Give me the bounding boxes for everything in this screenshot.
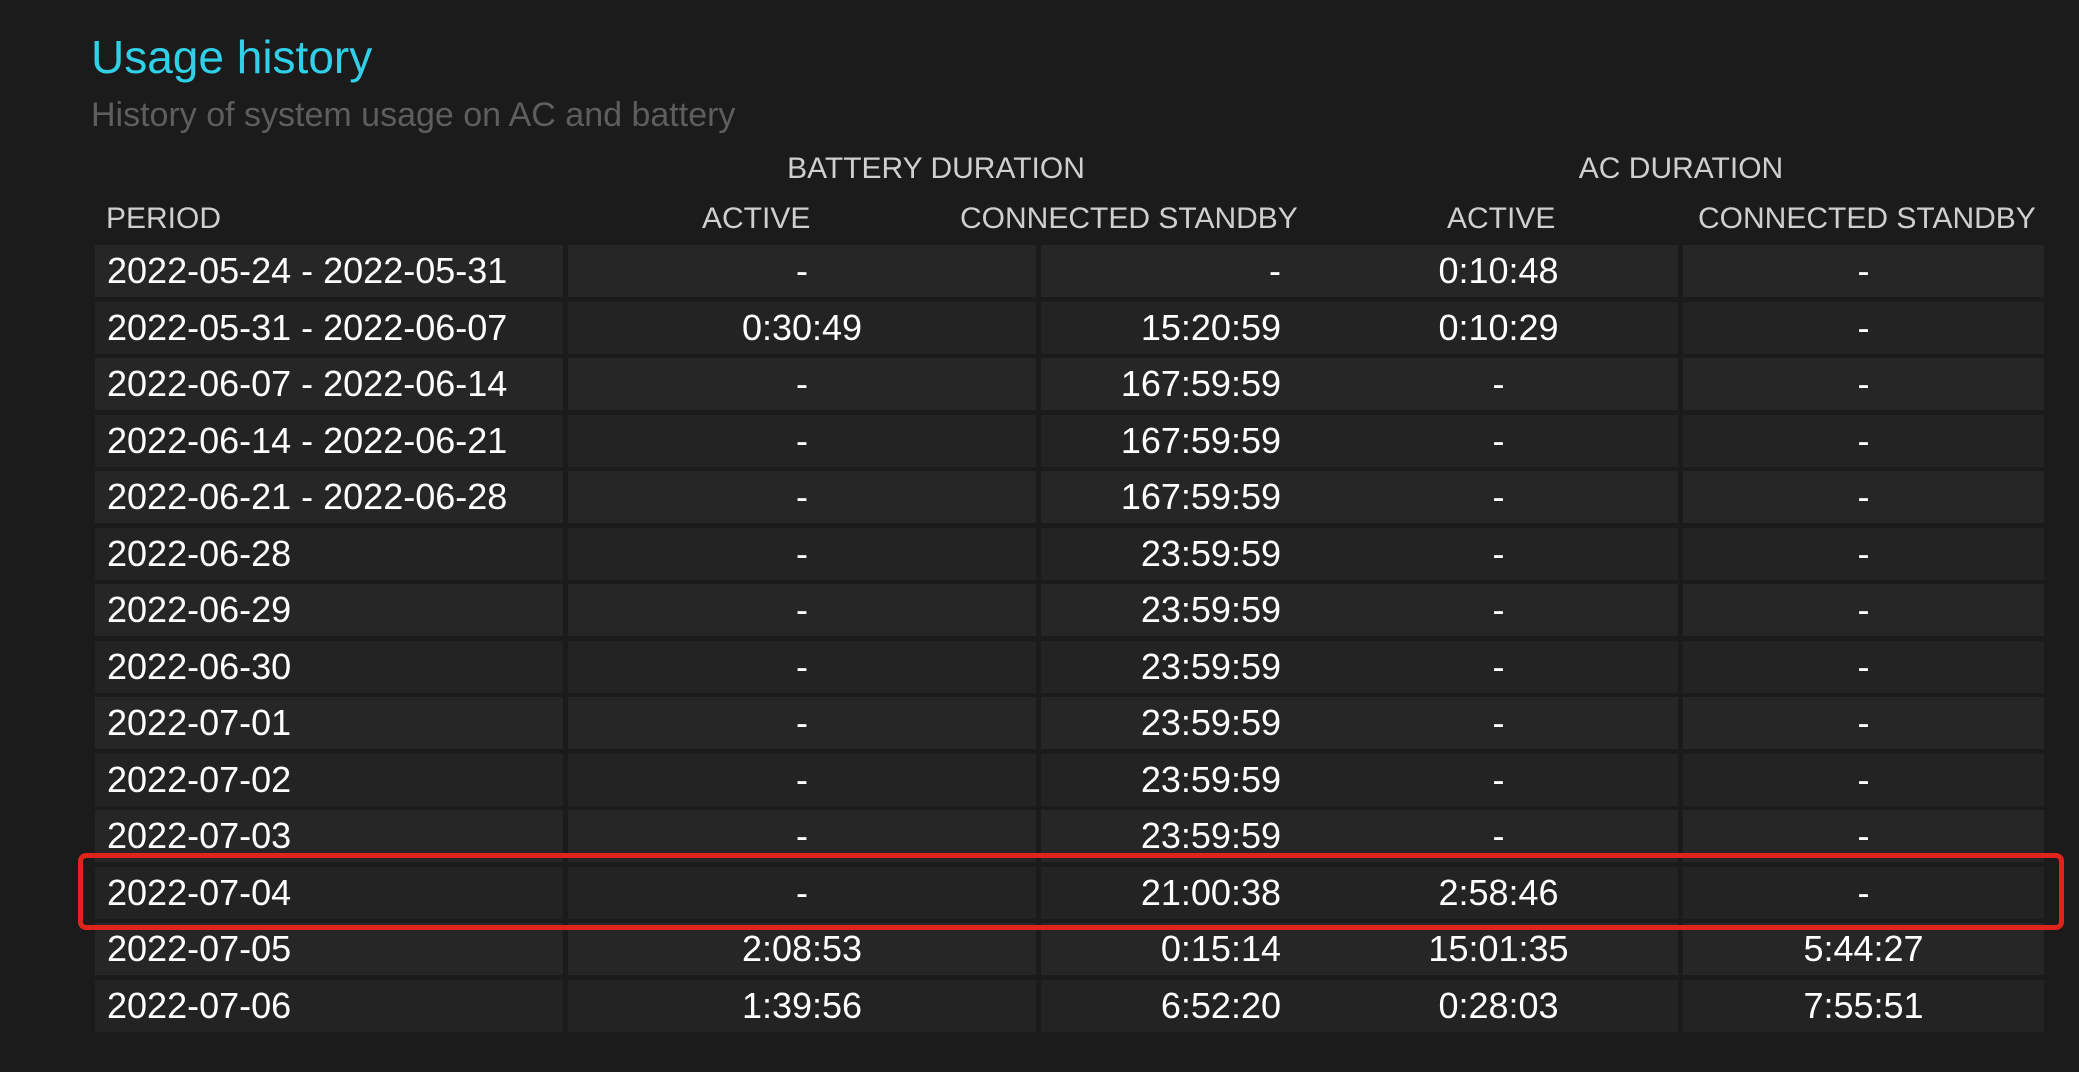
column-header-ac-active: ACTIVE (1447, 202, 1556, 235)
cell-period: 2022-06-14 - 2022-06-21 (95, 414, 563, 467)
cell-period: 2022-05-24 - 2022-05-31 (95, 245, 563, 297)
cell-battery-active: - (568, 584, 1036, 636)
cell-ac-connected-standby: - (1683, 753, 2044, 806)
cell-ac-active: - (1319, 753, 1678, 806)
cell-ac-active: 0:10:48 (1319, 245, 1678, 297)
table-row: 2022-07-06 1:39:56 6:52:20 0:28:03 7:55:51 (95, 978, 2044, 1035)
column-header-battery-active: ACTIVE (702, 202, 811, 235)
column-header-period: PERIOD (106, 202, 222, 235)
cell-battery-active: 0:30:49 (568, 301, 1036, 354)
cell-period: 2022-07-01 (95, 697, 563, 749)
cell-battery-active: - (568, 414, 1036, 467)
cell-ac-active: - (1319, 810, 1678, 862)
cell-ac-connected-standby: - (1683, 301, 2044, 354)
cell-ac-connected-standby: - (1683, 527, 2044, 580)
table-row: 2022-06-30-23:59:59- - (95, 639, 2044, 696)
cell-ac-connected-standby: - (1683, 584, 2044, 636)
cell-ac-active: - (1319, 697, 1678, 749)
cell-battery-active: 2:08:53 (568, 923, 1036, 975)
cell-period: 2022-07-04 (95, 866, 563, 919)
cell-ac-connected-standby: - (1683, 810, 2044, 862)
table-row: 2022-05-31 - 2022-06-07 0:30:49 15:20:59 0:… (95, 300, 2044, 357)
cell-ac-active: 15:01:35 (1319, 923, 1678, 975)
cell-period: 2022-06-29 (95, 584, 563, 636)
cell-battery-active: - (568, 527, 1036, 580)
cell-ac-connected-standby: - (1683, 471, 2044, 523)
cell-ac-connected-standby: - (1683, 358, 2044, 410)
cell-battery-active: - (568, 245, 1036, 297)
cell-ac-active: - (1319, 358, 1678, 410)
cell-ac-connected-standby: - (1683, 697, 2044, 749)
table-row: 2022-07-02-23:59:59- - (95, 752, 2044, 809)
table-row: 2022-05-24 - 2022-05-31- -0:10:48- (95, 243, 2044, 300)
cell-ac-connected-standby: 5:44:27 (1683, 923, 2044, 975)
cell-period: 2022-07-03 (95, 810, 563, 862)
battery-duration-header: BATTERY DURATION (787, 152, 1085, 185)
battery-report-page: Usage history History of system usage on… (0, 0, 2079, 1072)
cell-battery-active: 1:39:56 (568, 979, 1036, 1032)
cell-period: 2022-06-28 (95, 527, 563, 580)
cell-battery-active: - (568, 753, 1036, 806)
cell-period: 2022-07-05 (95, 923, 563, 975)
table-row: 2022-07-05 2:08:53 0:15:14 15:01:35 5:44:27 (95, 921, 2044, 978)
cell-ac-active: 0:10:29 (1319, 301, 1678, 354)
cell-battery-active: - (568, 640, 1036, 693)
table-row: 2022-06-07 - 2022-06-14-167:59:59- - (95, 356, 2044, 413)
cell-battery-active: - (568, 697, 1036, 749)
cell-ac-connected-standby: - (1683, 640, 2044, 693)
cell-period: 2022-07-06 (95, 979, 563, 1032)
table-row: 2022-07-01-23:59:59- - (95, 695, 2044, 752)
cell-battery-active: - (568, 866, 1036, 919)
table-row: 2022-06-29-23:59:59- - (95, 582, 2044, 639)
usage-history-table: 2022-05-24 - 2022-05-31- -0:10:48-2022-05… (95, 243, 2044, 1034)
cell-ac-active: - (1319, 414, 1678, 467)
cell-period: 2022-07-02 (95, 753, 563, 806)
cell-ac-connected-standby: - (1683, 414, 2044, 467)
cell-ac-active: 0:28:03 (1319, 979, 1678, 1032)
cell-period: 2022-05-31 - 2022-06-07 (95, 301, 563, 354)
cell-period: 2022-06-07 - 2022-06-14 (95, 358, 563, 410)
section-title: Usage history (91, 31, 373, 83)
cell-battery-active: - (568, 358, 1036, 410)
table-row: 2022-06-21 - 2022-06-28-167:59:59- - (95, 469, 2044, 526)
cell-ac-active: - (1319, 640, 1678, 693)
table-row: 2022-06-28-23:59:59- - (95, 526, 2044, 583)
cell-ac-active: - (1319, 527, 1678, 580)
table-row: 2022-06-14 - 2022-06-21-167:59:59- - (95, 413, 2044, 470)
cell-ac-connected-standby: 7:55:51 (1683, 979, 2044, 1032)
cell-ac-active: - (1319, 471, 1678, 523)
cell-ac-connected-standby: - (1683, 245, 2044, 297)
cell-battery-active: - (568, 810, 1036, 862)
cell-battery-active: - (568, 471, 1036, 523)
ac-duration-header: AC DURATION (1578, 152, 1784, 185)
cell-ac-active: 2:58:46 (1319, 866, 1678, 919)
table-row: 2022-07-04-21:00:38 2:58:46- (95, 865, 2044, 922)
section-subtitle: History of system usage on AC and batter… (91, 96, 736, 134)
cell-ac-connected-standby: - (1683, 866, 2044, 919)
cell-period: 2022-06-30 (95, 640, 563, 693)
cell-ac-active: - (1319, 584, 1678, 636)
table-row: 2022-07-03-23:59:59- - (95, 808, 2044, 865)
cell-period: 2022-06-21 - 2022-06-28 (95, 471, 563, 523)
column-header-ac-connected-standby: CONNECTED STANDBY (1698, 202, 2036, 235)
column-header-battery-connected-standby: CONNECTED STANDBY (960, 202, 1298, 235)
